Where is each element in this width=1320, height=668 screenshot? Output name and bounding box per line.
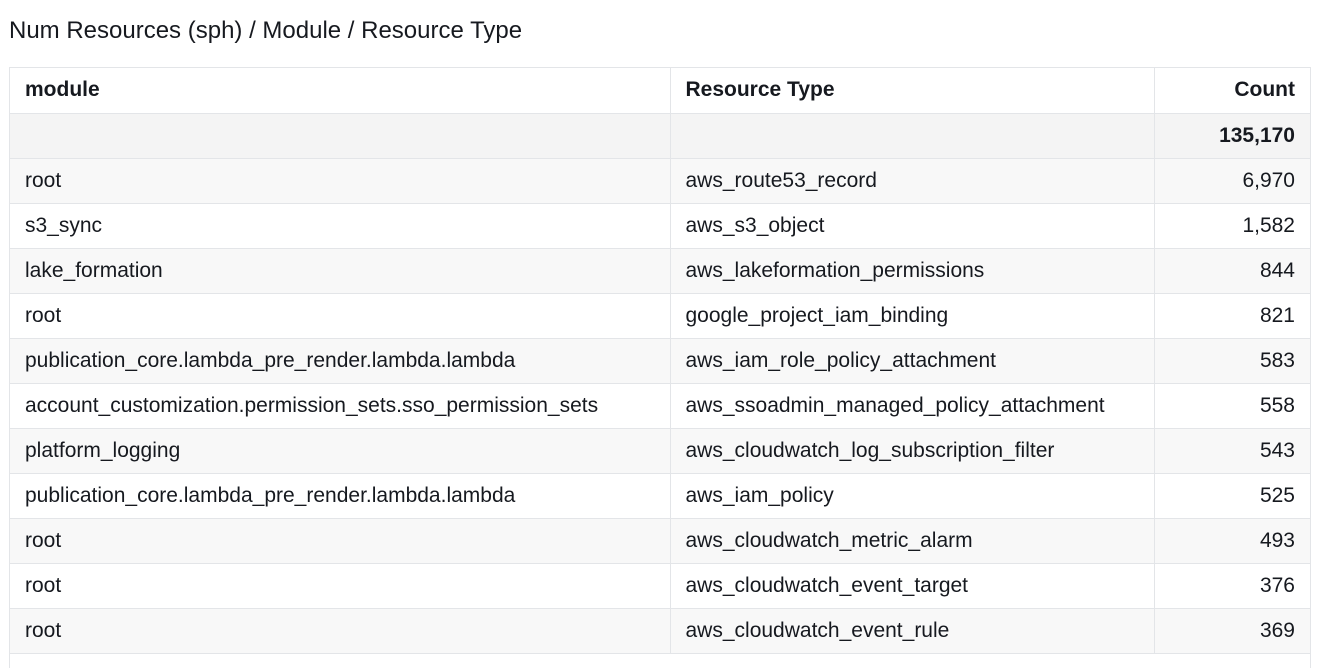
resource-type-cell: google_project_iam_binding: [669, 293, 1154, 339]
resource-type-cell: aws_cloudwatch_event_rule: [669, 608, 1154, 654]
count-cell: 558: [1153, 383, 1310, 429]
module-cell: root: [10, 158, 670, 204]
column-header-resource-type[interactable]: Resource Type: [669, 68, 1154, 114]
module-cell: lake_formation: [10, 248, 670, 294]
module-cell: publication_core.lambda_pre_render.lambd…: [10, 338, 670, 384]
resource-table: module Resource Type Count 135,170 root a…: [10, 68, 1310, 654]
count-cell: 821: [1153, 293, 1310, 339]
total-module-cell: [10, 113, 670, 159]
resource-type-cell: aws_cloudwatch_log_subscription_filter: [669, 428, 1154, 474]
table-row: root aws_cloudwatch_event_target 376: [10, 563, 1310, 609]
module-cell: s3_sync: [10, 203, 670, 249]
module-cell: root: [10, 518, 670, 564]
column-header-module[interactable]: module: [10, 68, 670, 114]
resource-type-cell: aws_iam_role_policy_attachment: [669, 338, 1154, 384]
table-row: root google_project_iam_binding 821: [10, 293, 1310, 339]
count-cell: 583: [1153, 338, 1310, 384]
resource-type-cell: aws_iam_policy: [669, 473, 1154, 519]
count-cell: 543: [1153, 428, 1310, 474]
table-row: lake_formation aws_lakeformation_permissi…: [10, 248, 1310, 294]
resource-type-cell: aws_cloudwatch_metric_alarm: [669, 518, 1154, 564]
total-count-cell: 135,170: [1153, 113, 1310, 159]
table-row: account_customization.permission_sets.ss…: [10, 383, 1310, 429]
total-resource-type-cell: [669, 113, 1154, 159]
resource-type-cell: aws_cloudwatch_event_target: [669, 563, 1154, 609]
table-row: root aws_cloudwatch_event_rule 369: [10, 608, 1310, 654]
module-cell: root: [10, 293, 670, 339]
table-row: publication_core.lambda_pre_render.lambd…: [10, 473, 1310, 519]
count-cell: 6,970: [1153, 158, 1310, 204]
table-row: publication_core.lambda_pre_render.lambd…: [10, 338, 1310, 384]
module-cell: publication_core.lambda_pre_render.lambd…: [10, 473, 670, 519]
table-row: root aws_route53_record 6,970: [10, 158, 1310, 204]
count-cell: 369: [1153, 608, 1310, 654]
module-cell: account_customization.permission_sets.ss…: [10, 383, 670, 429]
count-cell: 376: [1153, 563, 1310, 609]
column-header-count[interactable]: Count: [1153, 68, 1310, 114]
panel-title: Num Resources (sph) / Module / Resource …: [9, 17, 523, 44]
resource-table-container[interactable]: module Resource Type Count 135,170 root a…: [9, 67, 1311, 668]
total-row: 135,170: [10, 113, 1310, 159]
table-row: platform_logging aws_cloudwatch_log_subsc…: [10, 428, 1310, 474]
table-header-row: module Resource Type Count: [10, 68, 1310, 114]
resource-type-cell: aws_s3_object: [669, 203, 1154, 249]
module-cell: platform_logging: [10, 428, 670, 474]
table-row: s3_sync aws_s3_object 1,582: [10, 203, 1310, 249]
count-cell: 844: [1153, 248, 1310, 294]
module-cell: root: [10, 608, 670, 654]
resource-type-cell: aws_ssoadmin_managed_policy_attachment: [669, 383, 1154, 429]
count-cell: 525: [1153, 473, 1310, 519]
count-cell: 493: [1153, 518, 1310, 564]
table-row: root aws_cloudwatch_metric_alarm 493: [10, 518, 1310, 564]
resource-type-cell: aws_route53_record: [669, 158, 1154, 204]
count-cell: 1,582: [1153, 203, 1310, 249]
module-cell: root: [10, 563, 670, 609]
resource-type-cell: aws_lakeformation_permissions: [669, 248, 1154, 294]
